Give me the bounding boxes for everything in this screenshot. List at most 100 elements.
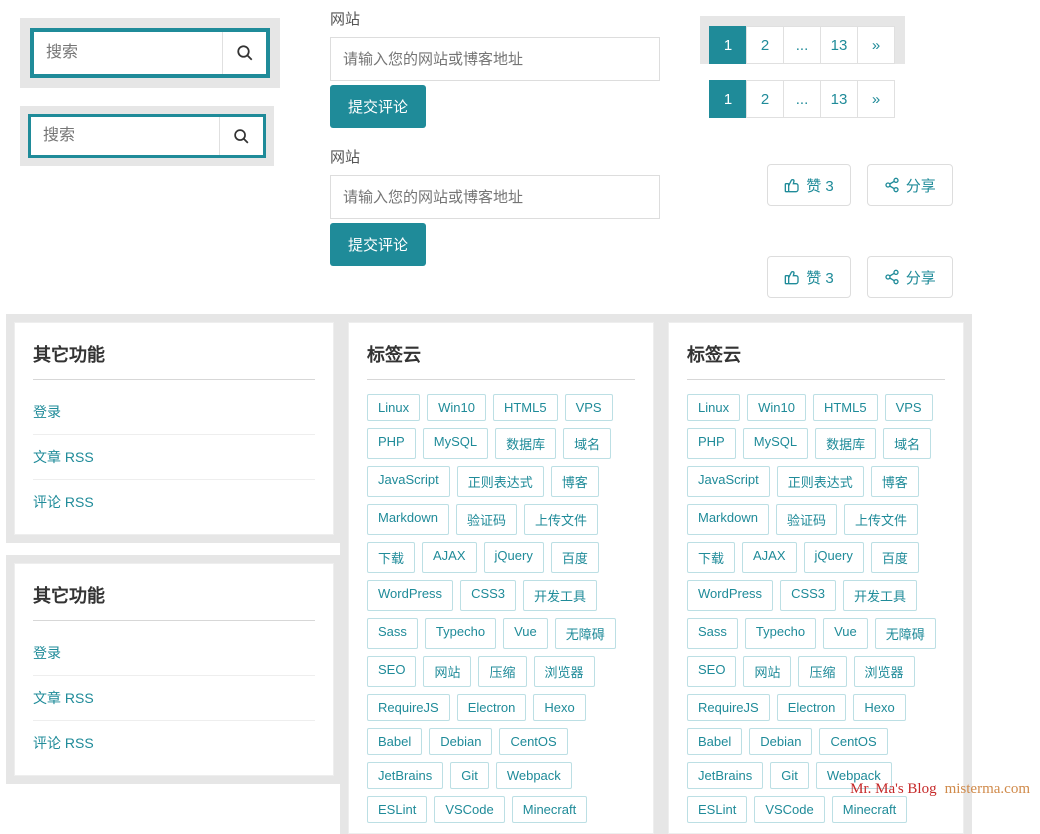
like-button[interactable]: 赞 3 [767,256,851,298]
tag-item[interactable]: 百度 [871,542,919,573]
tag-item[interactable]: Vue [823,618,868,649]
tag-item[interactable]: 下载 [367,542,415,573]
page-2[interactable]: 2 [746,80,784,118]
tag-item[interactable]: 浏览器 [854,656,915,687]
tag-item[interactable]: JavaScript [687,466,770,497]
tag-item[interactable]: Markdown [687,504,769,535]
tag-item[interactable]: 百度 [551,542,599,573]
tag-item[interactable]: VSCode [434,796,504,823]
share-button[interactable]: 分享 [867,256,953,298]
tag-item[interactable]: AJAX [742,542,797,573]
tag-item[interactable]: 网站 [743,656,791,687]
tag-item[interactable]: Typecho [745,618,816,649]
tag-item[interactable]: Linux [367,394,420,421]
page-13[interactable]: 13 [820,80,858,118]
tag-item[interactable]: 博客 [551,466,599,497]
like-button[interactable]: 赞 3 [767,164,851,206]
tag-item[interactable]: RequireJS [367,694,450,721]
tag-item[interactable]: 域名 [883,428,931,459]
tag-item[interactable]: VPS [885,394,933,421]
tag-item[interactable]: 域名 [563,428,611,459]
tag-item[interactable]: MySQL [423,428,488,459]
page-...[interactable]: ... [783,80,821,118]
tag-item[interactable]: RequireJS [687,694,770,721]
tag-item[interactable]: CentOS [819,728,887,755]
tag-item[interactable]: jQuery [484,542,544,573]
tag-item[interactable]: Linux [687,394,740,421]
tag-item[interactable]: Debian [429,728,492,755]
link-item[interactable]: 登录 [33,631,315,676]
page-1[interactable]: 1 [709,80,747,118]
tag-item[interactable]: ESLint [687,796,747,823]
tag-item[interactable]: Minecraft [832,796,907,823]
tag-item[interactable]: 验证码 [456,504,517,535]
page-2[interactable]: 2 [746,26,784,64]
tag-item[interactable]: CSS3 [780,580,836,611]
tag-item[interactable]: Minecraft [512,796,587,823]
tag-item[interactable]: MySQL [743,428,808,459]
tag-item[interactable]: Win10 [427,394,486,421]
link-item[interactable]: 文章 RSS [33,435,315,480]
tag-item[interactable]: Sass [687,618,738,649]
tag-item[interactable]: 博客 [871,466,919,497]
tag-item[interactable]: Webpack [496,762,572,789]
tag-item[interactable]: Git [450,762,489,789]
tag-item[interactable]: 压缩 [798,656,846,687]
tag-item[interactable]: 正则表达式 [457,466,544,497]
tag-item[interactable]: jQuery [804,542,864,573]
page-...[interactable]: ... [783,26,821,64]
tag-item[interactable]: CentOS [499,728,567,755]
tag-item[interactable]: 无障碍 [875,618,936,649]
link-item[interactable]: 文章 RSS [33,676,315,721]
tag-item[interactable]: SEO [367,656,416,687]
tag-item[interactable]: Markdown [367,504,449,535]
tag-item[interactable]: WordPress [367,580,453,611]
submit-comment-button[interactable]: 提交评论 [330,223,426,266]
tag-item[interactable]: JavaScript [367,466,450,497]
tag-item[interactable]: 数据库 [815,428,876,459]
tag-item[interactable]: ESLint [367,796,427,823]
submit-comment-button[interactable]: 提交评论 [330,85,426,128]
page-»[interactable]: » [857,80,895,118]
tag-item[interactable]: 网站 [423,656,471,687]
tag-item[interactable]: JetBrains [367,762,443,789]
tag-item[interactable]: Win10 [747,394,806,421]
share-button[interactable]: 分享 [867,164,953,206]
tag-item[interactable]: 浏览器 [534,656,595,687]
tag-item[interactable]: WordPress [687,580,773,611]
tag-item[interactable]: 下载 [687,542,735,573]
tag-item[interactable]: VPS [565,394,613,421]
tag-item[interactable]: Git [770,762,809,789]
tag-item[interactable]: Hexo [533,694,585,721]
tag-item[interactable]: PHP [687,428,736,459]
tag-item[interactable]: PHP [367,428,416,459]
tag-item[interactable]: HTML5 [493,394,558,421]
tag-item[interactable]: AJAX [422,542,477,573]
website-input[interactable] [330,37,660,81]
tag-item[interactable]: Babel [687,728,742,755]
tag-item[interactable]: 开发工具 [523,580,597,611]
website-input[interactable] [330,175,660,219]
tag-item[interactable]: Electron [777,694,847,721]
tag-item[interactable]: 上传文件 [844,504,918,535]
tag-item[interactable]: VSCode [754,796,824,823]
tag-item[interactable]: 压缩 [478,656,526,687]
search-button[interactable] [219,117,263,155]
tag-item[interactable]: 上传文件 [524,504,598,535]
page-13[interactable]: 13 [820,26,858,64]
search-input[interactable] [34,32,222,74]
tag-item[interactable]: 验证码 [776,504,837,535]
page-»[interactable]: » [857,26,895,64]
tag-item[interactable]: 无障碍 [555,618,616,649]
tag-item[interactable]: JetBrains [687,762,763,789]
tag-item[interactable]: Typecho [425,618,496,649]
link-item[interactable]: 评论 RSS [33,721,315,765]
tag-item[interactable]: Hexo [853,694,905,721]
tag-item[interactable]: Electron [457,694,527,721]
search-input[interactable] [31,117,219,155]
tag-item[interactable]: Sass [367,618,418,649]
search-button[interactable] [222,32,266,74]
tag-item[interactable]: SEO [687,656,736,687]
tag-item[interactable]: CSS3 [460,580,516,611]
page-1[interactable]: 1 [709,26,747,64]
